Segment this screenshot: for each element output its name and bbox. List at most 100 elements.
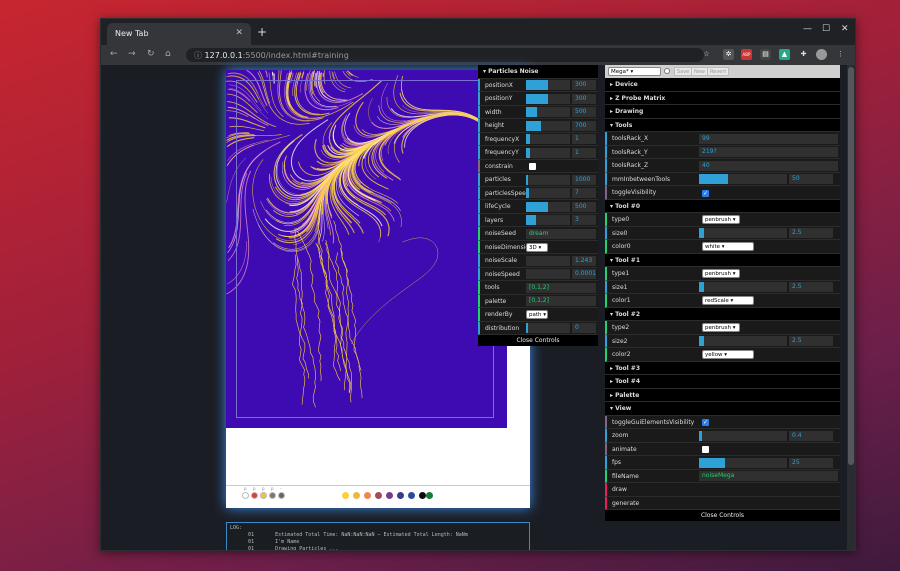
dropdown-select[interactable]: redScale ▾ — [702, 296, 754, 305]
puzzle-icon[interactable]: ✚ — [798, 49, 809, 60]
gui-row-toggleguielementsvisibility[interactable]: toggleGuiElementsVisibility ✓ — [605, 415, 840, 429]
save-button[interactable]: Save — [674, 67, 693, 76]
new-button[interactable]: New — [691, 67, 708, 76]
gui-row-positionx[interactable]: positionX 300 — [478, 78, 598, 92]
gui-row-color0[interactable]: color0 white ▾ — [605, 240, 840, 254]
value-slider[interactable] — [526, 107, 570, 117]
scrollbar-thumb[interactable] — [848, 67, 854, 465]
number-input[interactable]: 40 — [699, 160, 838, 171]
palette-swatch[interactable] — [408, 492, 415, 499]
small-swatch[interactable] — [251, 492, 258, 499]
gui-row-palette[interactable]: ▸ Palette — [605, 388, 840, 402]
gui-row-tool1[interactable]: ▾ Tool #1 — [605, 253, 840, 267]
number-input[interactable]: 3 — [572, 215, 596, 225]
dropdown-select[interactable]: white ▾ — [702, 242, 754, 251]
gui-row-animate[interactable]: animate — [605, 442, 840, 456]
forward-icon[interactable]: → — [128, 49, 136, 59]
number-input[interactable]: 0 — [572, 323, 596, 333]
palette-swatch[interactable] — [419, 492, 426, 499]
gui-row-toolsracky[interactable]: toolsRack_Y 219? — [605, 145, 840, 159]
value-slider[interactable] — [699, 228, 787, 238]
text-input[interactable]: noiseMega — [699, 471, 838, 481]
gui-row-noisedimension[interactable]: noiseDimension 3D ▾ — [478, 240, 598, 254]
value-slider[interactable] — [699, 457, 787, 468]
address-bar[interactable]: ⓘ 127.0.0.1:5500/index.html#training — [186, 48, 704, 62]
preset-radio[interactable] — [664, 68, 670, 74]
small-swatch[interactable] — [269, 492, 276, 499]
value-slider[interactable] — [526, 323, 570, 333]
number-input[interactable]: 50 — [789, 174, 833, 184]
value-slider[interactable] — [526, 120, 570, 131]
value-slider[interactable] — [526, 174, 570, 185]
gui-row-height[interactable]: height 700 — [478, 119, 598, 133]
number-input[interactable]: 1 — [572, 134, 596, 144]
gui-row-size0[interactable]: size0 2.5 — [605, 226, 840, 240]
number-input[interactable]: 99 — [699, 133, 838, 144]
palette-swatch[interactable] — [353, 492, 360, 499]
dropdown-select[interactable]: path ▾ — [526, 310, 548, 319]
pdf-ext-icon[interactable]: ▤ — [760, 49, 771, 60]
settings-ext-icon[interactable]: ✲ — [723, 49, 734, 60]
value-slider[interactable] — [699, 336, 787, 346]
gui-row-tool3[interactable]: ▸ Tool #3 — [605, 361, 840, 375]
checkbox[interactable] — [702, 446, 709, 453]
gui-row-noisescale[interactable]: noiseScale 1.243 — [478, 254, 598, 268]
gui-row-frequencyx[interactable]: frequencyX 1 — [478, 132, 598, 146]
gui-row-distribution[interactable]: distribution 0 — [478, 321, 598, 335]
preset-select[interactable]: Mega* ▾ — [608, 67, 661, 76]
page-scrollbar[interactable] — [847, 65, 855, 550]
abp-ext-icon[interactable]: ABP — [741, 49, 752, 60]
number-input[interactable]: 0.0001 — [572, 269, 596, 279]
gui-row-type0[interactable]: type0 penbrush ▾ — [605, 213, 840, 227]
small-swatch[interactable] — [260, 492, 267, 499]
checkbox[interactable]: ✓ — [702, 419, 709, 426]
palette-swatch[interactable] — [397, 492, 404, 499]
gui-row-zoom[interactable]: zoom 0.4 — [605, 429, 840, 443]
gui-row-draw[interactable]: draw — [605, 483, 840, 497]
home-icon[interactable]: ⌂ — [165, 49, 171, 59]
gui-row-particles[interactable]: particles 1000 — [478, 173, 598, 187]
gui-row-color1[interactable]: color1 redScale ▾ — [605, 294, 840, 308]
value-slider[interactable] — [526, 269, 570, 279]
gui-row-tool0[interactable]: ▾ Tool #0 — [605, 199, 840, 213]
text-input[interactable]: [0,1,2] — [526, 282, 596, 293]
number-input[interactable]: 2.5 — [789, 228, 833, 238]
number-input[interactable]: 300 — [572, 93, 596, 104]
small-swatch[interactable] — [278, 492, 285, 499]
number-input[interactable]: 500 — [572, 201, 596, 212]
maximize-icon[interactable]: ☐ — [822, 24, 830, 34]
palette-swatch[interactable] — [375, 492, 382, 499]
value-slider[interactable] — [526, 80, 570, 90]
gui-row-noiseseed[interactable]: noiseSeed dream — [478, 227, 598, 241]
gui-row-type2[interactable]: type2 penbrush ▾ — [605, 321, 840, 335]
gui-row-fps[interactable]: fps 25 — [605, 456, 840, 470]
gui-row-device[interactable]: ▸ Device — [605, 78, 840, 92]
palette-swatch[interactable] — [426, 492, 433, 499]
gui-row-mminbetweentools[interactable]: mmInbetweenTools 50 — [605, 172, 840, 186]
gui-row-noisespeed[interactable]: noiseSpeed 0.0001 — [478, 267, 598, 281]
gui-row-color2[interactable]: color2 yellow ▾ — [605, 348, 840, 362]
gui-row-lifecycle[interactable]: lifeCycle 500 — [478, 200, 598, 214]
back-icon[interactable]: ← — [110, 49, 118, 59]
value-slider[interactable] — [526, 134, 570, 144]
close-tab-icon[interactable]: ✕ — [235, 28, 243, 38]
close-window-icon[interactable]: ✕ — [841, 24, 849, 34]
info-icon[interactable]: ⓘ — [194, 51, 205, 60]
number-input[interactable]: 300 — [572, 80, 596, 90]
palette-swatch[interactable] — [386, 492, 393, 499]
close-controls-button[interactable]: Close Controls — [605, 510, 840, 521]
value-slider[interactable] — [699, 174, 787, 184]
text-input[interactable]: [0,1,2] — [526, 296, 596, 306]
number-input[interactable]: 219? — [699, 147, 838, 157]
dropdown-select[interactable]: 3D ▾ — [526, 242, 548, 252]
gui-row-particlesspeed[interactable]: particlesSpeed 7 — [478, 186, 598, 200]
number-input[interactable]: 0.4 — [789, 430, 833, 441]
gui-row-positiony[interactable]: positionY 300 — [478, 92, 598, 106]
checkbox[interactable]: ✓ — [702, 189, 709, 197]
gui-row-filename[interactable]: fileName noiseMega — [605, 469, 840, 483]
gui-row-zprobematrix[interactable]: ▸ Z Probe Matrix — [605, 91, 840, 105]
value-slider[interactable] — [699, 282, 787, 292]
palette-swatch[interactable] — [342, 492, 349, 499]
gui-row-generate[interactable]: generate — [605, 496, 840, 510]
dropdown-select[interactable]: penbrush ▾ — [702, 323, 740, 332]
